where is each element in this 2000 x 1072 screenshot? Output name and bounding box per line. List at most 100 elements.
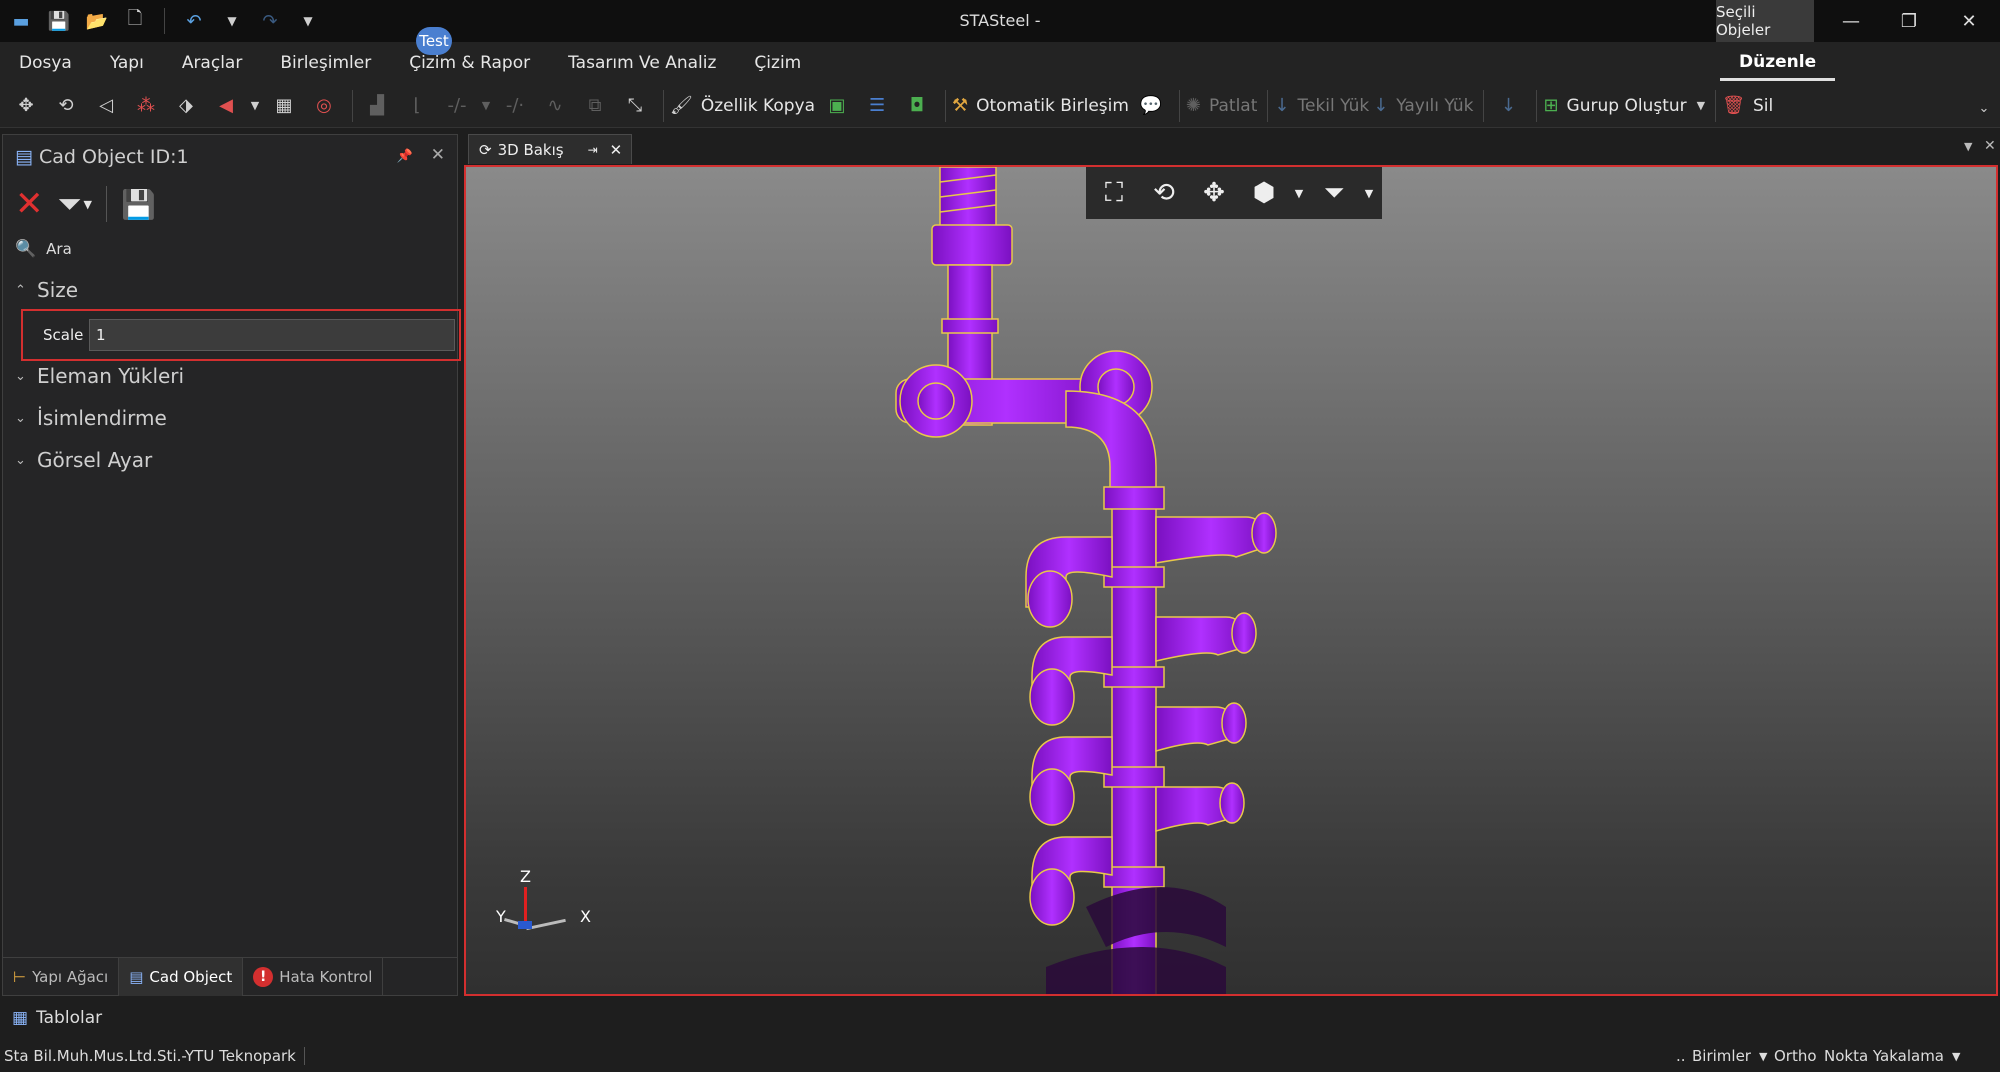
- undo-dropdown-icon[interactable]: ▼: [219, 8, 245, 34]
- pin-icon[interactable]: ⇥: [588, 143, 598, 157]
- category-size[interactable]: ⌃ Size: [3, 269, 457, 311]
- split-dropdown-icon[interactable]: ▼: [479, 88, 493, 124]
- tab-cad-object[interactable]: ▤ Cad Object: [119, 958, 244, 996]
- category-eleman-yukleri[interactable]: ⌄ Eleman Yükleri: [3, 355, 457, 397]
- distributed-load-label: Yayılı Yük: [1396, 95, 1474, 116]
- comment-icon[interactable]: 💬: [1133, 88, 1169, 124]
- mirror-icon[interactable]: ◁: [88, 88, 124, 124]
- move-icon[interactable]: ✥: [8, 88, 44, 124]
- create-group-button[interactable]: ⊞ Gurup Oluştur ▼: [1543, 88, 1705, 124]
- close-icon[interactable]: ✕: [1940, 0, 1998, 42]
- tables-button[interactable]: Tablolar: [36, 1008, 102, 1028]
- menu-yapi[interactable]: Yapı: [91, 42, 163, 84]
- error-icon: !: [253, 967, 274, 987]
- tab-yapi-agaci[interactable]: ⊢ Yapı Ağacı: [3, 958, 120, 996]
- close-icon[interactable]: ✕: [431, 145, 445, 165]
- menu-birlesimler[interactable]: Birleşimler: [261, 42, 390, 84]
- view-cube-dropdown-icon[interactable]: ▼: [1292, 171, 1306, 215]
- join-icon[interactable]: ∿: [537, 88, 573, 124]
- new-file-icon[interactable]: 🗋: [122, 8, 148, 34]
- selected-objects-button[interactable]: Seçili Objeler: [1716, 0, 1814, 42]
- property-copy-button[interactable]: 🖌 Özellik Kopya: [670, 88, 815, 124]
- quick-access-toolbar: ▬ 💾 📂 🗋 ↶ ▼ ↷ ▼: [0, 0, 321, 42]
- distributed-load-button[interactable]: ↓ Yayılı Yük: [1373, 88, 1473, 124]
- tab-3d-bakis[interactable]: ⟳ 3D Bakış ⇥ ✕: [468, 134, 632, 164]
- units-button[interactable]: Birimler ▼: [1692, 1047, 1767, 1065]
- break-icon[interactable]: -/·: [497, 88, 533, 124]
- filter-icon[interactable]: ⏷: [58, 187, 82, 222]
- open-folder-icon[interactable]: 📂: [84, 8, 110, 34]
- menu-duzenle[interactable]: Düzenle: [1720, 45, 1836, 81]
- ribbon-collapse-icon[interactable]: ⌄: [1966, 90, 2000, 126]
- close-all-icon[interactable]: ✕: [1984, 138, 1996, 154]
- search-input[interactable]: Ara: [46, 240, 72, 258]
- load-arrow-icon[interactable]: ↓: [1490, 88, 1526, 124]
- delete-button[interactable]: 🗑 Sil: [1722, 88, 1773, 124]
- property-copy-icon: 🖌: [670, 95, 693, 116]
- layer-icon[interactable]: ☰: [859, 88, 895, 124]
- test-badge: Test: [416, 27, 452, 55]
- chevron-down-icon: ⌄: [15, 410, 26, 426]
- tab-hata-kontrol[interactable]: ! Hata Kontrol: [243, 958, 384, 996]
- save-icon[interactable]: 💾: [46, 8, 72, 34]
- tabs-dropdown-icon[interactable]: ▼: [1964, 140, 1972, 153]
- align-icon[interactable]: ◀: [208, 88, 244, 124]
- trim-icon[interactable]: ▟: [359, 88, 395, 124]
- category-gorsel-ayar[interactable]: ⌄ Görsel Ayar: [3, 439, 457, 481]
- zoom-extents-icon[interactable]: ⛶: [1092, 171, 1136, 215]
- menu-araclar[interactable]: Araçlar: [163, 42, 262, 84]
- menu-cizim[interactable]: Çizim: [735, 42, 820, 84]
- menu-cizim-rapor[interactable]: Çizim & Rapor: [390, 42, 549, 84]
- point-load-button[interactable]: ↓ Tekil Yük: [1274, 88, 1369, 124]
- 3d-viewport[interactable]: ⛶ ⟲ ✥ ⬢ ▼ ⏷ ▼ Z Y X: [464, 165, 1998, 996]
- separator: [105, 186, 107, 222]
- pan-icon[interactable]: ✥: [1192, 171, 1236, 215]
- cancel-icon[interactable]: ✕: [15, 184, 44, 224]
- pin-icon[interactable]: 📌: [397, 149, 413, 164]
- ortho-toggle[interactable]: Ortho: [1774, 1047, 1817, 1065]
- customize-icon[interactable]: ▼: [295, 8, 321, 34]
- search-bar[interactable]: 🔍 Ara: [3, 229, 457, 269]
- view-filter-icon[interactable]: ⏷: [1312, 171, 1356, 215]
- filter-dropdown-icon[interactable]: ▼: [84, 198, 92, 211]
- array-icon[interactable]: ▦: [266, 88, 302, 124]
- menu-tasarim-analiz[interactable]: Tasarım Ve Analiz: [549, 42, 735, 84]
- minimize-icon[interactable]: —: [1822, 0, 1880, 42]
- frame-icon[interactable]: ◘: [899, 88, 935, 124]
- save-settings-icon[interactable]: 💾: [121, 188, 156, 221]
- offset-icon[interactable]: ⧉: [577, 88, 613, 124]
- app-menu-icon[interactable]: ▬: [8, 8, 34, 34]
- axis-origin: [518, 921, 532, 929]
- scale-input[interactable]: [89, 319, 455, 351]
- menu-dosya[interactable]: Dosya: [0, 42, 91, 84]
- split-icon[interactable]: -/-: [439, 88, 475, 124]
- chevron-down-icon: ▼: [1758, 1049, 1768, 1063]
- scale-object-icon[interactable]: ⬗: [168, 88, 204, 124]
- separator: [352, 89, 353, 122]
- pipe-model[interactable]: [466, 167, 1996, 994]
- explode-button[interactable]: ✺ Patlat: [1186, 88, 1257, 124]
- snap-circle-icon[interactable]: ◎: [306, 88, 342, 124]
- group-objects-icon[interactable]: ▣: [819, 88, 855, 124]
- view-filter-dropdown-icon[interactable]: ▼: [1362, 171, 1376, 215]
- align-dropdown-icon[interactable]: ▼: [248, 88, 262, 124]
- copy-objects-icon[interactable]: ⁂: [128, 88, 164, 124]
- units-label: Birimler: [1692, 1047, 1751, 1065]
- tab-yapi-label: Yapı Ağacı: [32, 968, 109, 986]
- separator: [1715, 89, 1717, 122]
- auto-connection-button[interactable]: ⚒ Otomatik Birleşim: [952, 88, 1129, 124]
- orbit-icon[interactable]: ⟲: [1142, 171, 1186, 215]
- rotate-icon[interactable]: ⟲: [48, 88, 84, 124]
- category-isimlendirme[interactable]: ⌄ İsimlendirme: [3, 397, 457, 439]
- separator: [663, 89, 664, 122]
- redo-icon[interactable]: ↷: [257, 8, 283, 34]
- restore-icon[interactable]: ❐: [1880, 0, 1938, 42]
- stretch-icon[interactable]: ⤡: [617, 88, 653, 124]
- arrow-down-icon: ↓: [1373, 95, 1389, 116]
- snap-button[interactable]: Nokta Yakalama ▼: [1824, 1047, 1960, 1065]
- view-cube-icon[interactable]: ⬢: [1242, 171, 1286, 215]
- undo-icon[interactable]: ↶: [181, 8, 207, 34]
- extend-icon[interactable]: ⌊: [399, 88, 435, 124]
- close-icon[interactable]: ✕: [610, 141, 623, 159]
- table-icon[interactable]: ▦: [12, 1008, 28, 1028]
